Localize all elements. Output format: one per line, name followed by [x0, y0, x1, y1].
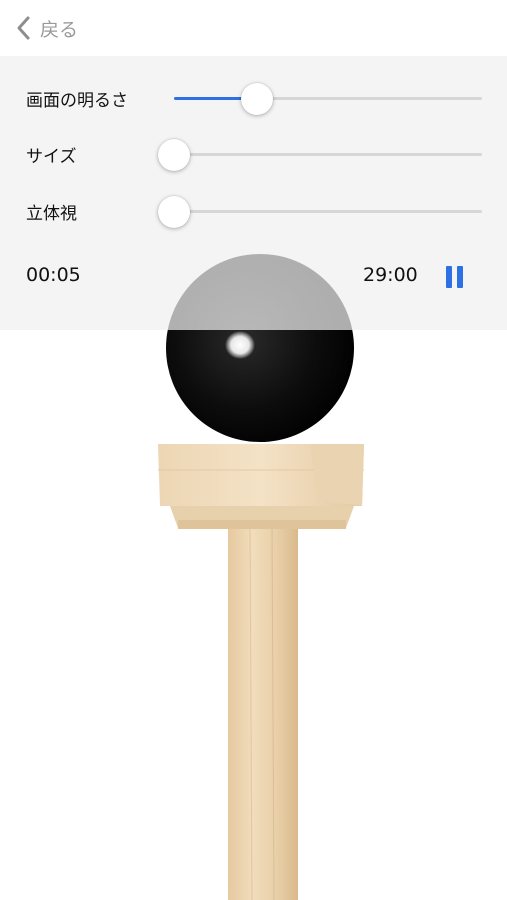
stereo-label: 立体視 — [26, 204, 77, 224]
total-time: 29:00 — [363, 264, 418, 286]
back-label: 戻る — [40, 18, 79, 41]
settings-panel: 画面の明るさ サイズ 立体視 — [0, 56, 507, 330]
brightness-row: 画面の明るさ — [26, 78, 486, 118]
size-label: サイズ — [26, 147, 77, 167]
brightness-label: 画面の明るさ — [26, 91, 128, 111]
pause-icon — [446, 266, 452, 288]
brightness-slider-thumb[interactable] — [241, 83, 274, 115]
brightness-slider[interactable] — [174, 83, 482, 115]
stereo-slider-thumb[interactable] — [158, 196, 190, 228]
navigation-bar: 戻る — [0, 0, 507, 56]
size-row: サイズ — [26, 134, 486, 174]
back-button[interactable]: 戻る — [14, 12, 78, 44]
size-slider-thumb[interactable] — [158, 139, 190, 171]
pause-button[interactable] — [446, 266, 464, 288]
elapsed-time: 00:05 — [26, 264, 81, 286]
stereo-row: 立体視 — [26, 191, 486, 231]
pause-icon-bar — [457, 266, 463, 288]
stereo-slider[interactable] — [158, 196, 482, 228]
chevron-left-icon — [17, 16, 30, 40]
size-slider[interactable] — [158, 139, 482, 171]
